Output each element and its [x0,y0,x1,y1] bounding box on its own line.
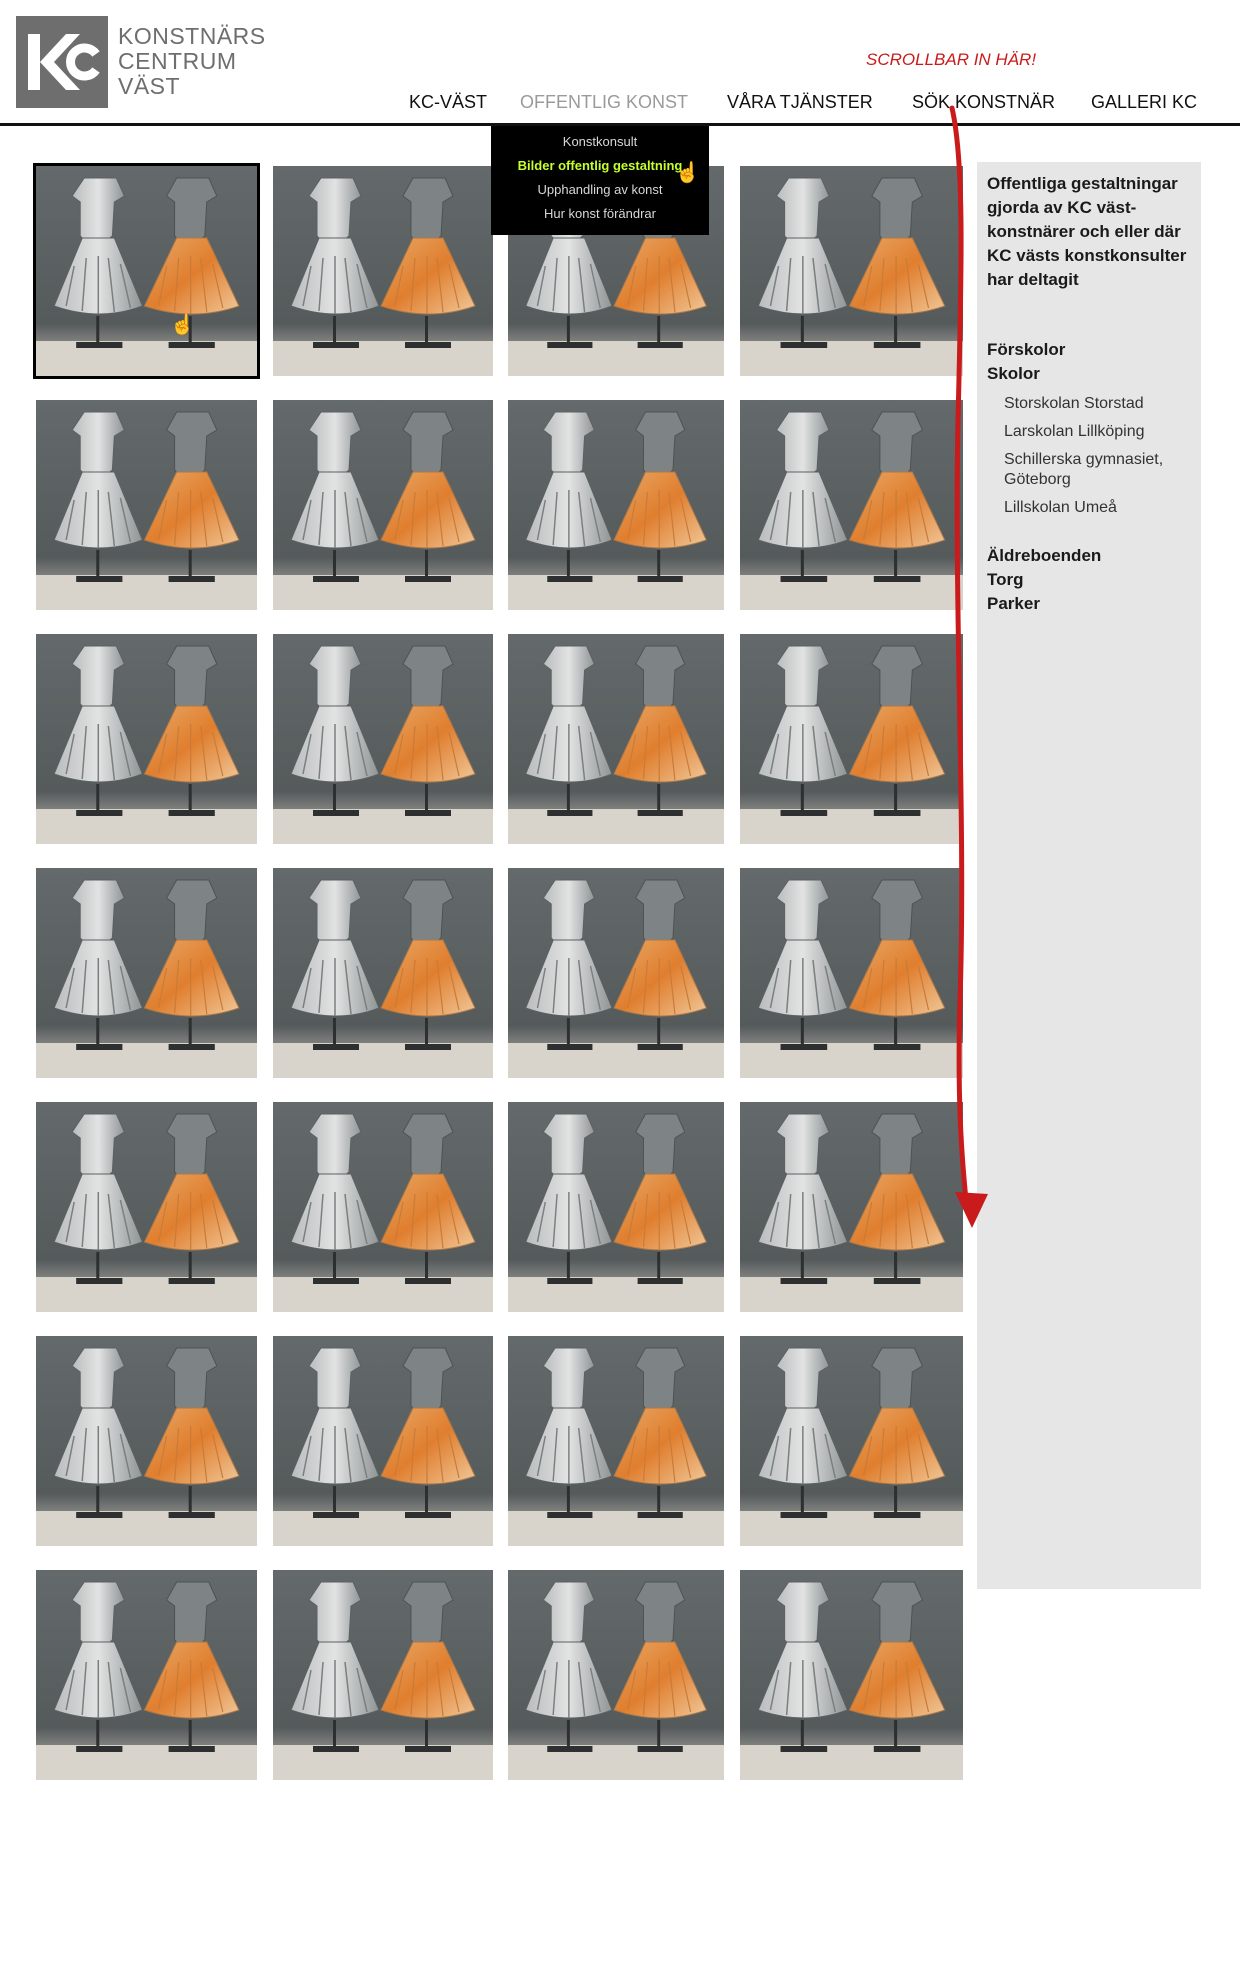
sidebar-intro: Offentliga gestaltningar gjorda av KC vä… [987,174,1187,289]
dress-sculpture-image [508,868,724,1078]
sidebar-school-item[interactable]: Schillerska gymnasiet, Göteborg [1004,450,1194,490]
dress-sculpture-image [273,400,493,610]
gallery-tile[interactable] [36,868,257,1078]
gallery-tile[interactable] [508,1570,724,1780]
gallery-tile[interactable] [273,868,493,1078]
dress-sculpture-image [273,166,493,376]
dress-sculpture-image [273,1102,493,1312]
gallery-tile[interactable] [740,1336,963,1546]
nav-item-kc-vast[interactable]: KC-VÄST [409,92,487,113]
sidebar-category-forskolor[interactable]: Förskolor [987,340,1065,360]
dress-sculpture-image [508,634,724,844]
gallery-tile[interactable] [508,634,724,844]
sidebar: Offentliga gestaltningar gjorda av KC vä… [977,162,1201,1589]
sidebar-category-torg[interactable]: Torg [987,570,1024,590]
dress-sculpture-image [740,868,963,1078]
sidebar-category-aldreboenden[interactable]: Äldreboenden [987,546,1101,566]
gallery-tile[interactable] [740,868,963,1078]
dress-sculpture-image [273,868,493,1078]
dress-sculpture-image [508,1570,724,1780]
dress-sculpture-image [740,1570,963,1780]
gallery-tile[interactable] [36,400,257,610]
dress-sculpture-image [36,166,257,376]
gallery-tile[interactable] [740,634,963,844]
dress-sculpture-image [508,400,724,610]
gallery-tile[interactable] [508,868,724,1078]
sidebar-category-skolor[interactable]: Skolor [987,364,1040,384]
gallery-tile[interactable] [273,1336,493,1546]
logo-wordmark: KONSTNÄRS CENTRUM VÄST [118,24,266,99]
sidebar-school-item[interactable]: Lillskolan Umeå [1004,498,1194,518]
dress-sculpture-image [740,166,963,376]
nav-item-galleri-kc[interactable]: GALLERI KC [1091,92,1197,113]
dress-sculpture-image [36,868,257,1078]
gallery-tile[interactable] [273,634,493,844]
sidebar-school-item[interactable]: Storskolan Storstad [1004,394,1194,414]
dress-sculpture-image [36,1570,257,1780]
dress-sculpture-image [740,1336,963,1546]
gallery-tile[interactable] [740,166,963,376]
gallery-tile[interactable] [740,400,963,610]
sidebar-school-item[interactable]: Larskolan Lillköping [1004,422,1194,442]
gallery-tile[interactable] [740,1102,963,1312]
gallery-tile[interactable] [740,1570,963,1780]
dress-sculpture-image [508,1102,724,1312]
hand-cursor-icon: ☝ [170,314,195,336]
gallery-tile[interactable] [36,1570,257,1780]
gallery-tile[interactable] [273,400,493,610]
offentlig-konst-dropdown: Konstkonsult Bilder offentlig gestaltnin… [491,126,709,235]
nav-item-sok-konstnar[interactable]: SÖK KONSTNÄR [912,92,1055,113]
gallery-tile[interactable] [273,166,493,376]
dress-sculpture-image [508,1336,724,1546]
scrollbar-annotation-text: SCROLLBAR IN HÄR! [866,50,1037,69]
dress-sculpture-image [36,1336,257,1546]
dropdown-item-hur-konst-forandrar[interactable]: Hur konst förändrar [491,206,709,221]
dress-sculpture-image [273,1336,493,1546]
sidebar-category-parker[interactable]: Parker [987,594,1040,614]
dress-sculpture-image [740,1102,963,1312]
gallery-tile[interactable] [273,1570,493,1780]
dropdown-item-konstkonsult[interactable]: Konstkonsult [491,134,709,149]
main-nav: KC-VÄST OFFENTLIG KONST VÅRA TJÄNSTER SÖ… [0,92,1240,126]
nav-item-offentlig-konst[interactable]: OFFENTLIG KONST [520,92,688,113]
hand-cursor-icon: ☝ [675,162,700,184]
dress-sculpture-image [740,400,963,610]
gallery-tile[interactable] [36,634,257,844]
dress-sculpture-image [36,400,257,610]
logo-line-1: KONSTNÄRS [118,23,266,49]
nav-item-vara-tjanster[interactable]: VÅRA TJÄNSTER [727,92,873,113]
dress-sculpture-image [740,634,963,844]
gallery-tile[interactable] [508,400,724,610]
gallery-tile[interactable] [273,1102,493,1312]
dress-sculpture-image [273,1570,493,1780]
gallery-tile[interactable]: ☝ [33,163,260,379]
gallery-tile[interactable] [508,1102,724,1312]
gallery-tile[interactable] [508,1336,724,1546]
logo-line-2: CENTRUM [118,48,237,74]
gallery-tile[interactable] [36,1336,257,1546]
gallery-tile[interactable] [36,1102,257,1312]
dress-sculpture-image [273,634,493,844]
dress-sculpture-image [36,634,257,844]
dress-sculpture-image [36,1102,257,1312]
